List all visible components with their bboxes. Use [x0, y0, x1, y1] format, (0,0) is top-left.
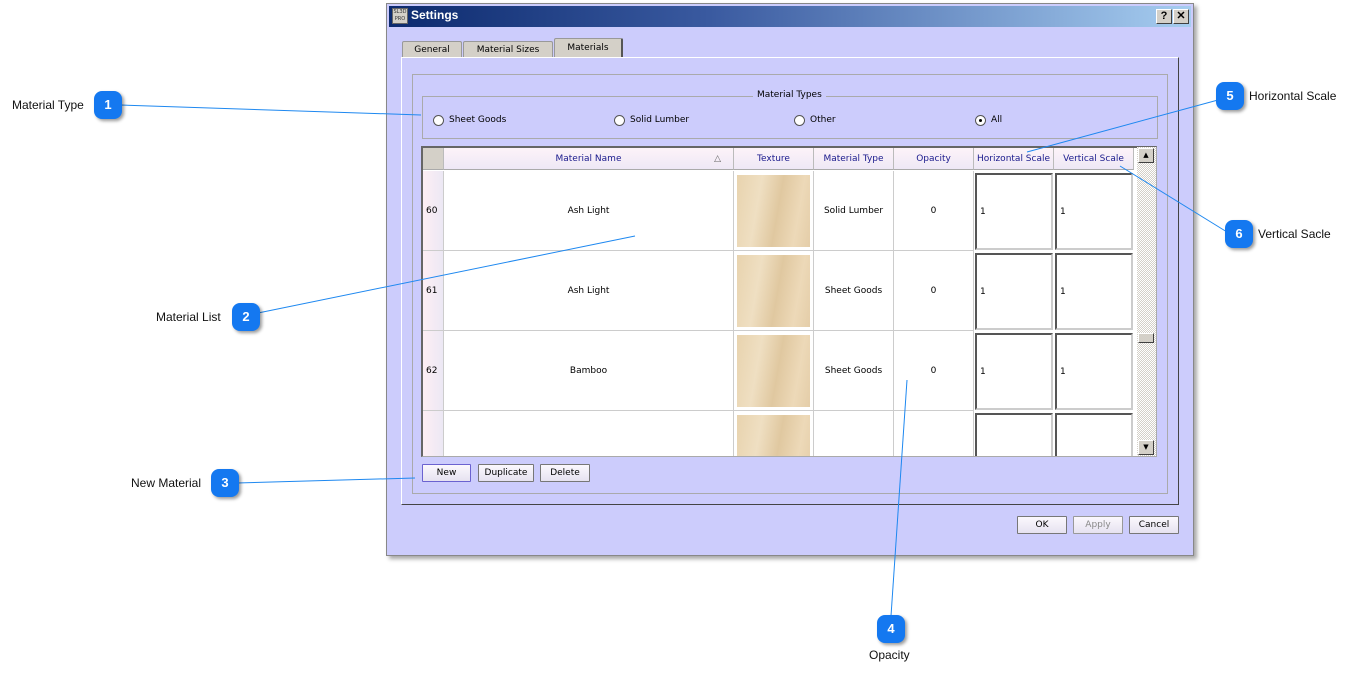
- callout-label-5: Horizontal Scale: [1249, 89, 1337, 103]
- callout-badge-2: 2: [232, 303, 260, 331]
- callout-badge-4: 4: [877, 615, 905, 643]
- callout-badge-6: 6: [1225, 220, 1253, 248]
- callout-badge-1: 1: [94, 91, 122, 119]
- callout-badge-3: 3: [211, 469, 239, 497]
- callout-lines: [119, 99, 1228, 617]
- callout-label-6: Vertical Sacle: [1258, 227, 1331, 241]
- callout-label-2: Material List: [156, 310, 221, 324]
- callout-label-4: Opacity: [869, 648, 910, 662]
- callout-label-1: Material Type: [12, 98, 84, 112]
- callout-label-3: New Material: [131, 476, 202, 490]
- callout-badge-5: 5: [1216, 82, 1244, 110]
